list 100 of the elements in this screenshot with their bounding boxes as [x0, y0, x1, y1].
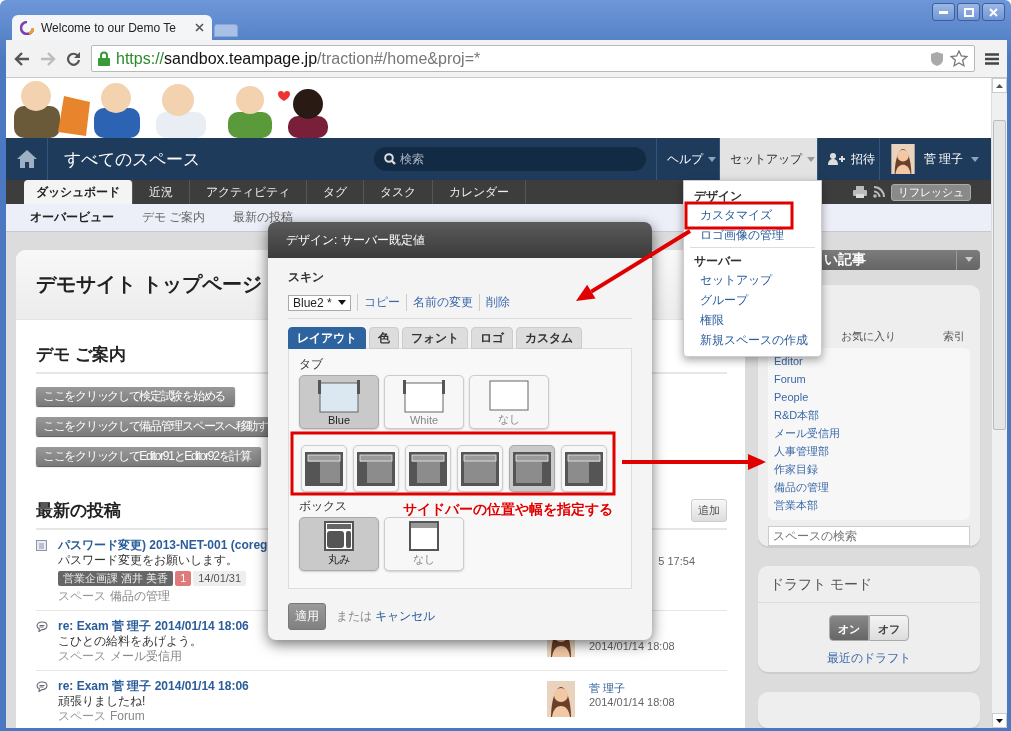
- tab-style-option[interactable]: Blue: [299, 375, 379, 429]
- menu-item[interactable]: カスタマイズ: [684, 205, 821, 225]
- nav-tab[interactable]: ダッシュボード: [24, 180, 133, 204]
- sidebar-layout-option[interactable]: [353, 445, 399, 492]
- author-link[interactable]: 菅 理子: [589, 681, 685, 695]
- post-link[interactable]: re: Exam 菅 理子 2014/01/14 18:06: [58, 678, 249, 694]
- browser-tab[interactable]: Welcome to our Demo Te: [12, 15, 212, 40]
- close-icon: [989, 7, 998, 17]
- back-icon[interactable]: [14, 51, 30, 66]
- section-heading: デモ ご案内: [36, 344, 126, 366]
- caret-icon: [971, 156, 980, 162]
- sidebar-layout-option[interactable]: [457, 445, 503, 492]
- subnav-link[interactable]: オーバービュー: [16, 209, 128, 226]
- sidebar-tab[interactable]: お気に入り: [838, 328, 899, 344]
- caret-icon: [337, 300, 346, 305]
- layout-icon: [305, 451, 343, 486]
- menu-item[interactable]: セットアップ: [684, 270, 821, 290]
- subnav-link[interactable]: 最新の投稿: [219, 209, 308, 226]
- close-icon[interactable]: [195, 23, 204, 32]
- menu-item[interactable]: 権限: [684, 310, 821, 330]
- skin-action-link[interactable]: コピー: [356, 294, 400, 311]
- dialog-tab[interactable]: フォント: [402, 327, 468, 349]
- scroll-down-button[interactable]: [992, 713, 1007, 728]
- space-link[interactable]: Editor: [774, 351, 964, 370]
- post-excerpt: パスワード変更をお願いします。: [58, 553, 238, 568]
- space-link[interactable]: Forum: [110, 709, 145, 723]
- menu-icon[interactable]: [985, 52, 999, 65]
- caret-icon: [807, 156, 815, 162]
- sidebar-layout-option[interactable]: [509, 445, 555, 492]
- comment-icon: [36, 621, 48, 632]
- down-arrow-icon: [996, 718, 1003, 723]
- dialog-tab[interactable]: レイアウト: [288, 327, 366, 349]
- box-style-icon: [409, 521, 439, 551]
- action-button[interactable]: ここをクリックして検定試験を始める: [36, 387, 235, 406]
- subnav-link[interactable]: デモ ご案内: [128, 209, 220, 226]
- menu-button[interactable]: セットアップ: [719, 138, 817, 180]
- post-link[interactable]: re: Exam 菅 理子 2014/01/14 18:06: [58, 618, 249, 634]
- address-field[interactable]: https://sandbox.teampage.jp/traction#/home&proj=*: [91, 45, 975, 72]
- dialog-tab[interactable]: ロゴ: [471, 327, 513, 349]
- sidebar-layout-option[interactable]: [405, 445, 451, 492]
- space-link[interactable]: 営業本部: [774, 495, 964, 514]
- box-style-option[interactable]: 丸み: [299, 517, 379, 571]
- scroll-up-button[interactable]: [992, 78, 1007, 93]
- skin-action-link[interactable]: 名前の変更: [405, 294, 473, 311]
- space-label: スペース: [58, 589, 106, 603]
- sidebar-tab[interactable]: 索引: [940, 328, 968, 344]
- menu-item[interactable]: グループ: [684, 290, 821, 310]
- printer-icon[interactable]: [853, 186, 867, 198]
- home-icon[interactable]: [15, 149, 38, 169]
- maximize-button[interactable]: [957, 3, 980, 21]
- drafts-link[interactable]: 最近のドラフト: [758, 649, 980, 667]
- space-link[interactable]: R&D本部: [774, 405, 964, 424]
- space-link[interactable]: 備品の管理: [110, 589, 170, 603]
- search-icon: [384, 153, 396, 165]
- space-link[interactable]: 作家目録: [774, 459, 964, 478]
- skin-action-link[interactable]: 削除: [478, 294, 510, 311]
- cancel-link[interactable]: キャンセル: [375, 609, 436, 623]
- add-button[interactable]: 追加: [691, 499, 727, 522]
- toggle-option[interactable]: オフ: [869, 614, 909, 641]
- sidebar-layout-option[interactable]: [561, 445, 607, 492]
- star-icon[interactable]: [950, 50, 968, 67]
- dialog-tab[interactable]: 色: [369, 327, 399, 349]
- scrollbar-thumb[interactable]: [993, 120, 1006, 430]
- layout-icon: [357, 451, 395, 486]
- caret-icon: [708, 156, 716, 162]
- minimize-button[interactable]: [932, 3, 955, 21]
- action-button[interactable]: ここをクリックしてEditor91とEditor92を計算: [36, 447, 261, 466]
- menu-heading: デザイン: [693, 189, 743, 204]
- menu-item[interactable]: ロゴ画像の管理: [684, 225, 821, 245]
- annotation-text: サイドバーの位置や幅を指定する: [403, 501, 613, 519]
- space-link[interactable]: 人事管理部: [774, 441, 964, 460]
- search-field[interactable]: 検索: [374, 147, 646, 171]
- box-style-icon: [324, 521, 354, 551]
- reload-icon[interactable]: [66, 51, 81, 66]
- space-link[interactable]: People: [774, 387, 964, 406]
- skin-select[interactable]: Blue2 *: [288, 294, 351, 311]
- layout-icon: [565, 451, 603, 486]
- rss-icon[interactable]: [873, 186, 885, 198]
- post-date: 5 17:54: [657, 554, 695, 568]
- toggle-option[interactable]: オン: [829, 614, 869, 641]
- close-button[interactable]: [982, 3, 1005, 21]
- sidebar-layout-option[interactable]: [301, 445, 347, 492]
- field-label: スキン: [288, 269, 325, 286]
- space-link[interactable]: Forum: [774, 369, 964, 388]
- search-field[interactable]: スペースの検索: [768, 525, 970, 546]
- space-link[interactable]: メール受信用: [774, 423, 964, 442]
- space-label: スペース: [58, 649, 106, 663]
- post-link[interactable]: パスワード変更) 2013-NET-001 (coreg: [58, 537, 268, 553]
- box-style-option[interactable]: なし: [384, 517, 464, 571]
- card-heading: ドラフト モード: [758, 565, 980, 603]
- space-link[interactable]: 備品の管理: [774, 477, 964, 496]
- section-heading: 最新の投稿: [36, 500, 121, 522]
- menu-item[interactable]: 新規スペースの作成: [684, 330, 821, 350]
- date-tag: 14/01/31: [193, 571, 247, 586]
- or-text: または: [336, 609, 372, 623]
- tab-style-option[interactable]: なし: [469, 375, 549, 429]
- dialog-tab[interactable]: カスタム: [516, 327, 582, 349]
- space-label: スペース: [58, 709, 106, 723]
- avatar-icon: [890, 144, 916, 174]
- space-link[interactable]: メール受信用: [110, 649, 182, 663]
